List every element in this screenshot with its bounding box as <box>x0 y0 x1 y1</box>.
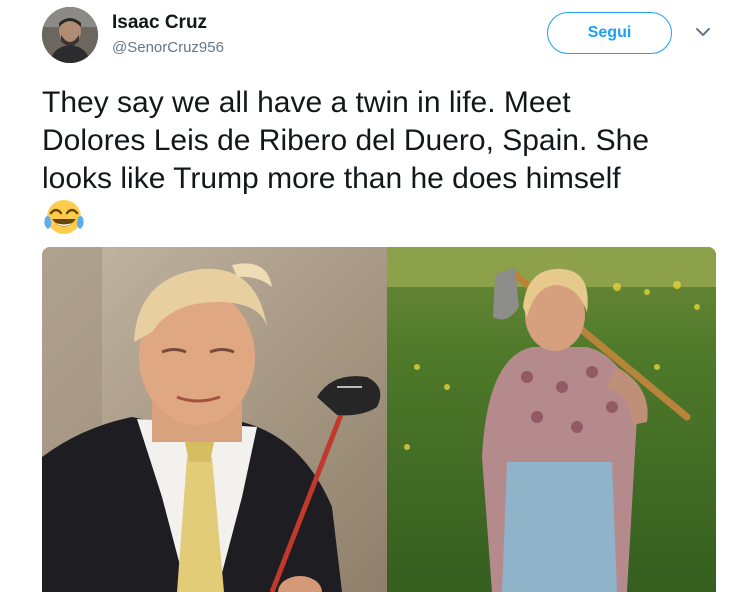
trump-photo[interactable] <box>42 247 387 592</box>
tweet-text: They say we all have a twin in life. Mee… <box>42 84 722 198</box>
tweet-text-line: looks like Trump more than he does himse… <box>42 162 621 195</box>
follow-button[interactable]: Segui <box>547 12 672 54</box>
dolores-photo[interactable] <box>387 247 716 592</box>
author-name[interactable]: Isaac Cruz <box>112 11 207 35</box>
tweet-text-line: Dolores Leis de Ribero del Duero, Spain.… <box>42 124 650 157</box>
avatar[interactable] <box>42 7 98 63</box>
tweet-text-line: They say we all have a twin in life. Mee… <box>42 86 571 119</box>
author-handle[interactable]: @SenorCruz956 <box>112 38 224 58</box>
tweet-media[interactable] <box>42 247 716 592</box>
chevron-down-icon[interactable] <box>694 26 712 38</box>
face-with-tears-of-joy-icon <box>44 200 84 234</box>
avatar-photo <box>42 7 98 63</box>
